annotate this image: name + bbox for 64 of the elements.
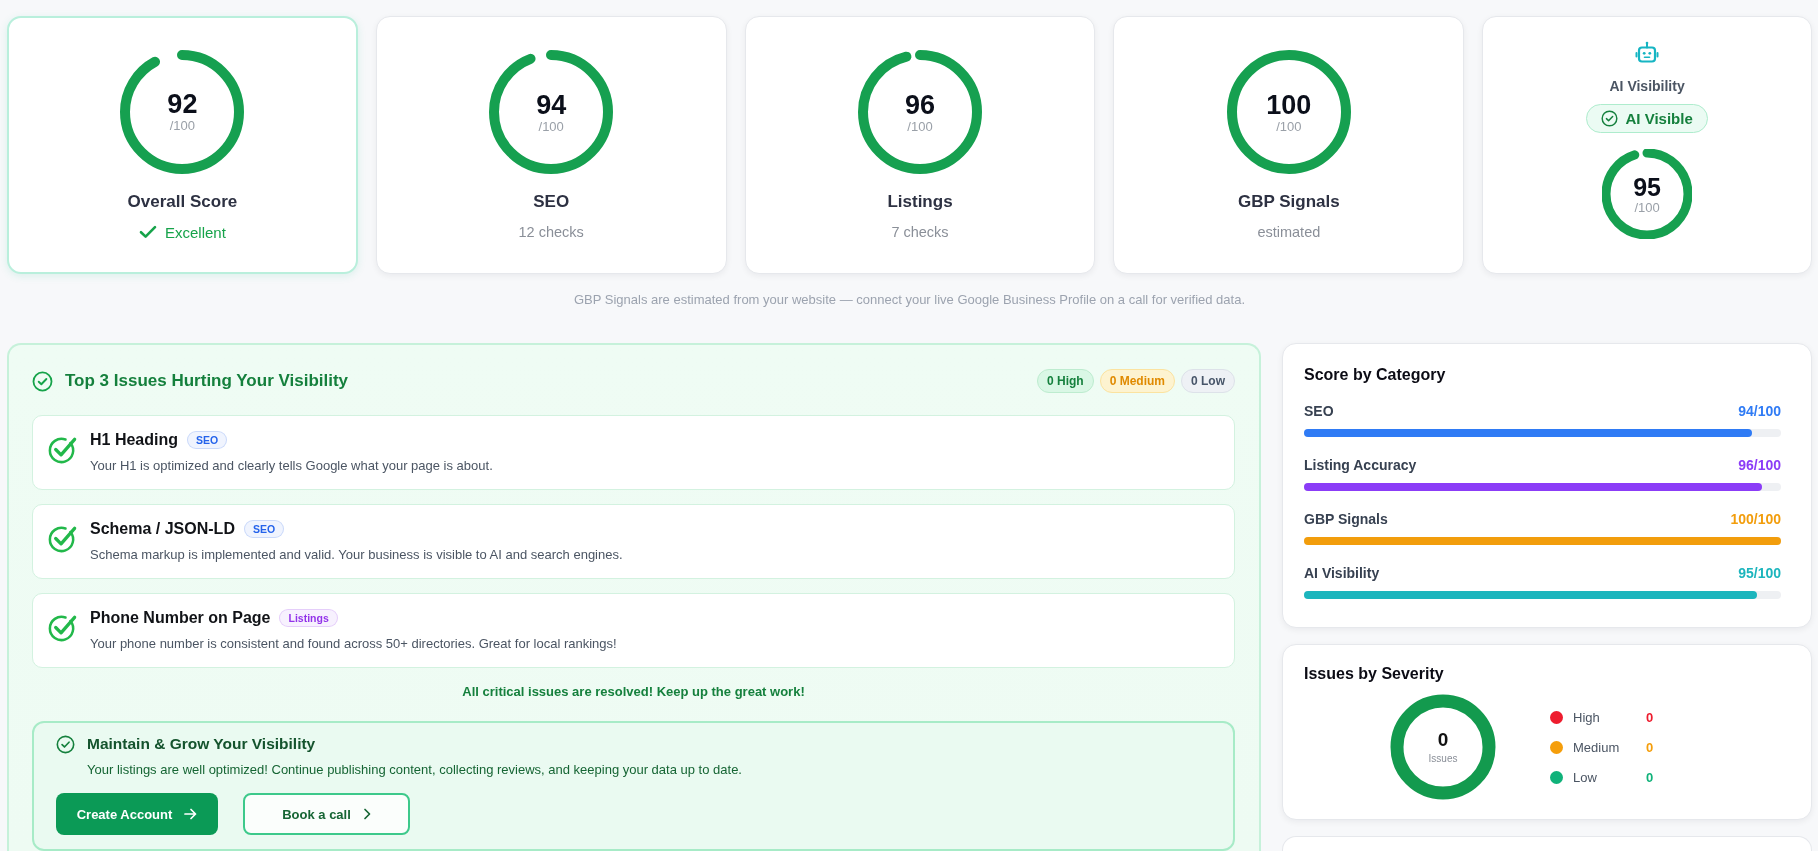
resolved-message: All critical issues are resolved! Keep up the great work! (461, 683, 806, 701)
category-label: GBP Signals (1304, 511, 1388, 527)
card-title: Overall Score (127, 191, 238, 212)
issue-description: Schema markup is implemented and valid. Your business is visible to AI and search engines. (90, 546, 623, 564)
legend-label: Medium (1573, 739, 1621, 755)
score-max: /100 (907, 119, 933, 133)
issue-description: Your phone number is consistent and found across 50+ directories. Great for local rankings! (90, 635, 617, 653)
score-max: /100 (538, 119, 564, 133)
category-label: SEO (1304, 403, 1334, 419)
legend-label: Low (1573, 769, 1598, 785)
primary-button[interactable]: Create Account (56, 793, 218, 835)
severity-count-badge: 0 Medium (1099, 369, 1175, 393)
score-value: 94 (536, 91, 567, 119)
legend-value: 0 (1646, 709, 1654, 725)
legend-value: 0 (1646, 769, 1654, 785)
issue-description: Your H1 is optimized and clearly tells Google what your page is about. (90, 457, 493, 475)
secondary-button[interactable]: Book a call (243, 793, 410, 835)
legend-value: 0 (1646, 739, 1654, 755)
check-circle-icon (1601, 110, 1619, 127)
issues-total: 0 (1437, 730, 1449, 749)
category-tag: SEO (243, 520, 285, 538)
category-label: Listing Accuracy (1304, 457, 1417, 473)
card-title: GBP Signals (1237, 192, 1340, 212)
score-value: 92 (167, 91, 198, 118)
badge-text: AI Visible (1625, 110, 1693, 127)
card-title: Issues by Severity (1304, 664, 1445, 684)
card-subtitle: estimated (1257, 224, 1321, 240)
robot-icon (1635, 41, 1660, 65)
category-score: 95/100 (1738, 565, 1781, 581)
score-value: 96 (905, 91, 936, 119)
card-subtitle: 12 checks (518, 224, 584, 240)
score-value: 100 (1266, 91, 1312, 119)
card-title: AI Visibility (1609, 78, 1685, 94)
category-tag: Listings (279, 609, 338, 627)
next-steps-text: Your listings are well optimized! Continue publishing content, collecting reviews, and keeping your data up to date. (87, 761, 743, 779)
card-subtitle: 7 checks (891, 224, 949, 240)
severity-count-badge: 0 Low (1181, 369, 1235, 393)
info-note: GBP Signals are estimated from your website — connect your live Google Business Profile on a call for verified data. (573, 292, 1246, 308)
legend-label: High (1573, 709, 1601, 725)
score-max: /100 (169, 119, 196, 132)
check-circle-icon (32, 370, 53, 392)
category-tag: SEO (187, 431, 228, 449)
card-title: Score by Category (1304, 365, 1447, 385)
arrow-right-icon (184, 808, 198, 820)
category-score: 96/100 (1738, 457, 1781, 473)
panel-title: Top 3 Issues Hurting Your Visibility (65, 371, 349, 391)
next-steps-title: Maintain & Grow Your Visibility (87, 735, 316, 753)
issue-title: H1 Heading (90, 431, 178, 449)
category-score: 100/100 (1730, 511, 1781, 527)
card-title: SEO (533, 192, 570, 212)
chevron-right-icon (362, 808, 371, 820)
category-score: 94/100 (1738, 403, 1781, 419)
status-text: Excellent (164, 223, 226, 241)
card-title: Listings (887, 192, 953, 212)
issue-title: Phone Number on Page (90, 609, 271, 627)
issue-title: Schema / JSON-LD (90, 520, 235, 538)
score-max: /100 (1276, 119, 1302, 133)
score-value: 95 (1633, 174, 1661, 200)
category-label: AI Visibility (1304, 565, 1380, 581)
check-circle-icon (56, 734, 75, 754)
severity-count-badge: 0 High (1036, 369, 1094, 393)
issues-label: Issues (1428, 754, 1458, 764)
score-max: /100 (1634, 200, 1660, 214)
check-icon (138, 225, 157, 239)
